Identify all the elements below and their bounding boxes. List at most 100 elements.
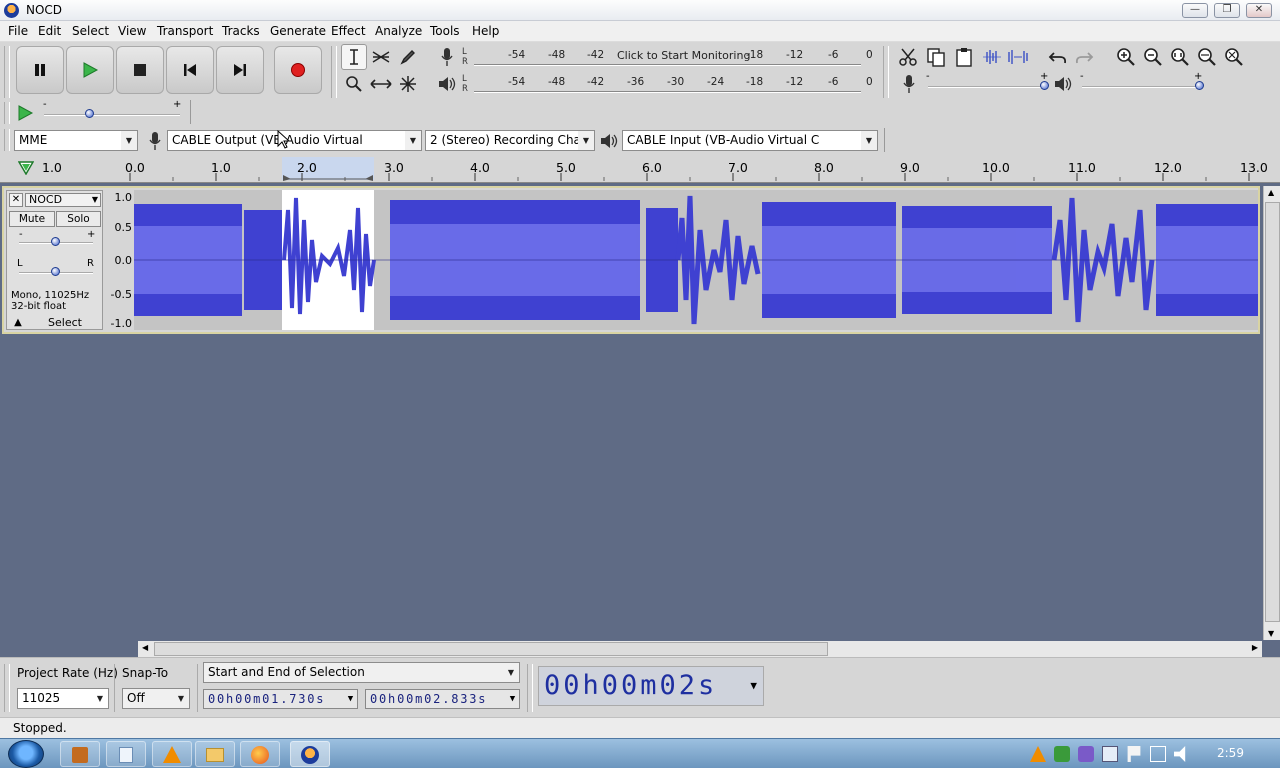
- paste-icon[interactable]: [951, 44, 977, 70]
- play-at-speed-button[interactable]: [12, 100, 38, 126]
- silence-audio-icon[interactable]: [1005, 44, 1031, 70]
- timeline-ruler[interactable]: 1.0 0.0 1.0 2.0 3.0 4.0 5.0 6.0 7.0 8.0 …: [0, 155, 1280, 183]
- fit-project-icon[interactable]: [1194, 44, 1220, 70]
- play-at-speed-slider[interactable]: [44, 114, 180, 116]
- toolbar-grip[interactable]: [4, 102, 10, 124]
- toolbar-grip[interactable]: [4, 46, 10, 98]
- taskbar-clock[interactable]: 2:59: [1217, 746, 1244, 760]
- maximize-button[interactable]: ❐: [1214, 3, 1240, 18]
- playback-volume-slider-thumb[interactable]: [1195, 81, 1204, 90]
- fit-selection-icon[interactable]: [1167, 44, 1193, 70]
- taskbar-audacity[interactable]: [290, 741, 330, 767]
- playback-meter-speaker-icon[interactable]: [434, 71, 460, 97]
- playback-meter[interactable]: LR -54 -48 -42 -36 -30 -24 -18 -12 -6 0: [462, 74, 873, 96]
- close-track-icon[interactable]: ✕: [9, 193, 23, 207]
- zoom-out-icon[interactable]: [1140, 44, 1166, 70]
- toolbar-grip[interactable]: [4, 129, 10, 151]
- record-meter-microphone-icon[interactable]: [434, 44, 460, 70]
- menu-tools[interactable]: Tools: [430, 24, 460, 38]
- multi-tool-icon[interactable]: [395, 71, 421, 97]
- skip-to-end-button[interactable]: [216, 46, 264, 94]
- zoom-toggle-icon[interactable]: [1221, 44, 1247, 70]
- toolbar-grip[interactable]: [527, 664, 533, 712]
- horizontal-scroll-thumb[interactable]: [154, 642, 828, 656]
- play-button[interactable]: [66, 46, 114, 94]
- recording-device-select[interactable]: CABLE Output (VB-Audio Virtual ▼: [167, 130, 422, 151]
- envelope-tool-icon[interactable]: [368, 44, 394, 70]
- scroll-left-icon[interactable]: ◀: [142, 643, 148, 652]
- collapse-track-icon[interactable]: ▲: [9, 317, 27, 330]
- menu-analyze[interactable]: Analyze: [375, 24, 422, 38]
- select-track-button[interactable]: Select: [29, 317, 101, 330]
- toolbar-grip[interactable]: [883, 46, 889, 98]
- taskbar-firefox[interactable]: [240, 741, 280, 767]
- draw-tool-icon[interactable]: [395, 44, 421, 70]
- audio-position-display[interactable]: 00h00m02s ▼: [538, 666, 764, 706]
- scroll-up-icon[interactable]: ▲: [1268, 188, 1274, 197]
- pause-button[interactable]: [16, 46, 64, 94]
- time-shift-tool-icon[interactable]: [368, 71, 394, 97]
- vertical-scrollbar[interactable]: ▲ ▼: [1263, 186, 1280, 640]
- toolbar-grip[interactable]: [331, 46, 337, 98]
- skip-to-start-button[interactable]: [166, 46, 214, 94]
- toolbar-grip[interactable]: [4, 664, 10, 712]
- menu-generate[interactable]: Generate: [270, 24, 326, 38]
- menu-help[interactable]: Help: [472, 24, 499, 38]
- menu-view[interactable]: View: [118, 24, 146, 38]
- snap-to-select[interactable]: Off ▼: [122, 688, 190, 709]
- menu-transport[interactable]: Transport: [157, 24, 213, 38]
- project-rate-select[interactable]: 11025 ▼: [17, 688, 109, 709]
- play-at-speed-slider-thumb[interactable]: [85, 109, 94, 118]
- undo-icon[interactable]: [1045, 44, 1071, 70]
- mute-button[interactable]: Mute: [9, 211, 55, 227]
- taskbar-notepad[interactable]: [106, 741, 146, 767]
- audio-track[interactable]: ✕ NOCD ▼ Mute Solo - + L R Mono, 11025Hz…: [2, 186, 1260, 334]
- record-meter[interactable]: LR -54 -48 -42 Click to Start Monitoring…: [462, 47, 873, 69]
- record-button[interactable]: [274, 46, 322, 94]
- pan-slider-thumb[interactable]: [51, 267, 60, 276]
- copy-icon[interactable]: [923, 44, 949, 70]
- tray-vlc-icon[interactable]: [1030, 746, 1046, 762]
- redo-icon[interactable]: [1071, 44, 1097, 70]
- track-name-menu[interactable]: NOCD ▼: [25, 193, 101, 207]
- menu-tracks[interactable]: Tracks: [222, 24, 260, 38]
- tray-network-icon[interactable]: [1054, 746, 1070, 762]
- selection-mode-select[interactable]: Start and End of Selection ▼: [203, 662, 520, 683]
- playback-device-select[interactable]: CABLE Input (VB-Audio Virtual C ▼: [622, 130, 878, 151]
- tray-document-icon[interactable]: [1102, 746, 1118, 762]
- scroll-down-icon[interactable]: ▼: [1268, 629, 1274, 638]
- stop-button[interactable]: [116, 46, 164, 94]
- gain-slider-thumb[interactable]: [51, 237, 60, 246]
- tray-display-icon[interactable]: [1150, 746, 1166, 762]
- selection-tool-icon[interactable]: [341, 44, 367, 70]
- selection-start-time[interactable]: 00h00m01.730s ▼: [203, 689, 358, 709]
- menu-file[interactable]: File: [8, 24, 28, 38]
- recording-volume-slider[interactable]: [928, 86, 1046, 88]
- menu-effect[interactable]: Effect: [331, 24, 366, 38]
- vertical-scroll-thumb[interactable]: [1265, 202, 1280, 622]
- close-button[interactable]: ✕: [1246, 3, 1272, 18]
- taskbar-vlc[interactable]: [152, 741, 192, 767]
- recording-channels-select[interactable]: 2 (Stereo) Recording Chann ▼: [425, 130, 595, 151]
- zoom-tool-icon[interactable]: [341, 71, 367, 97]
- audio-host-select[interactable]: MME ▼: [14, 130, 138, 151]
- zoom-in-icon[interactable]: [1113, 44, 1139, 70]
- menu-edit[interactable]: Edit: [38, 24, 61, 38]
- recording-volume-slider-thumb[interactable]: [1040, 81, 1049, 90]
- tray-flag-icon[interactable]: [1127, 746, 1141, 762]
- tray-volume-icon[interactable]: [1174, 746, 1186, 762]
- start-button[interactable]: [8, 740, 44, 768]
- playback-volume-slider[interactable]: [1082, 86, 1200, 88]
- selection-end-time[interactable]: 00h00m02.833s ▼: [365, 689, 520, 709]
- taskbar-explorer[interactable]: [195, 741, 235, 767]
- solo-button[interactable]: Solo: [56, 211, 101, 227]
- cut-icon[interactable]: [895, 44, 921, 70]
- minimize-button[interactable]: —: [1182, 3, 1208, 18]
- trim-audio-icon[interactable]: [979, 44, 1005, 70]
- tray-microphone-icon[interactable]: [1078, 746, 1094, 762]
- waveform[interactable]: [134, 190, 1258, 330]
- click-to-start-monitoring[interactable]: Click to Start Monitoring: [617, 49, 750, 62]
- menu-select[interactable]: Select: [72, 24, 109, 38]
- horizontal-scrollbar[interactable]: ◀ ▶: [138, 641, 1262, 657]
- taskbar-app-1[interactable]: [60, 741, 100, 767]
